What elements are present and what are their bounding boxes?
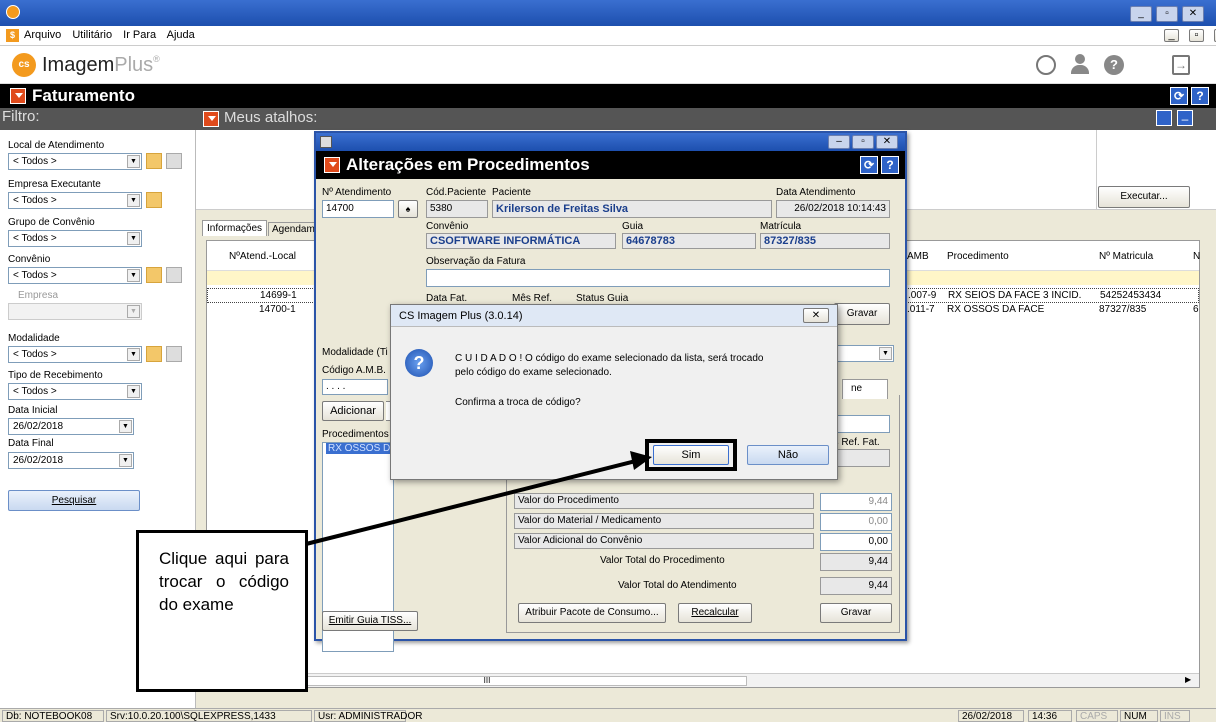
status-srv: Srv:10.0.20.100\SQLEXPRESS,1433 <box>106 710 312 722</box>
status-caps: CAPS <box>1076 710 1118 722</box>
status-usr: Usr: ADMINISTRADOR <box>314 710 422 722</box>
status-ins: INS <box>1160 710 1190 722</box>
status-db: Db: NOTEBOOK08 <box>2 710 104 722</box>
status-num: NUM <box>1120 710 1158 722</box>
status-date: 26/02/2018 <box>958 710 1024 722</box>
status-bar: Db: NOTEBOOK08 Srv:10.0.20.100\SQLEXPRES… <box>0 708 1216 722</box>
callout-box: Clique aqui para trocar o código do exam… <box>136 530 308 692</box>
status-time: 14:36 <box>1028 710 1072 722</box>
callout-text: Clique aqui para trocar o código do exam… <box>159 549 289 614</box>
